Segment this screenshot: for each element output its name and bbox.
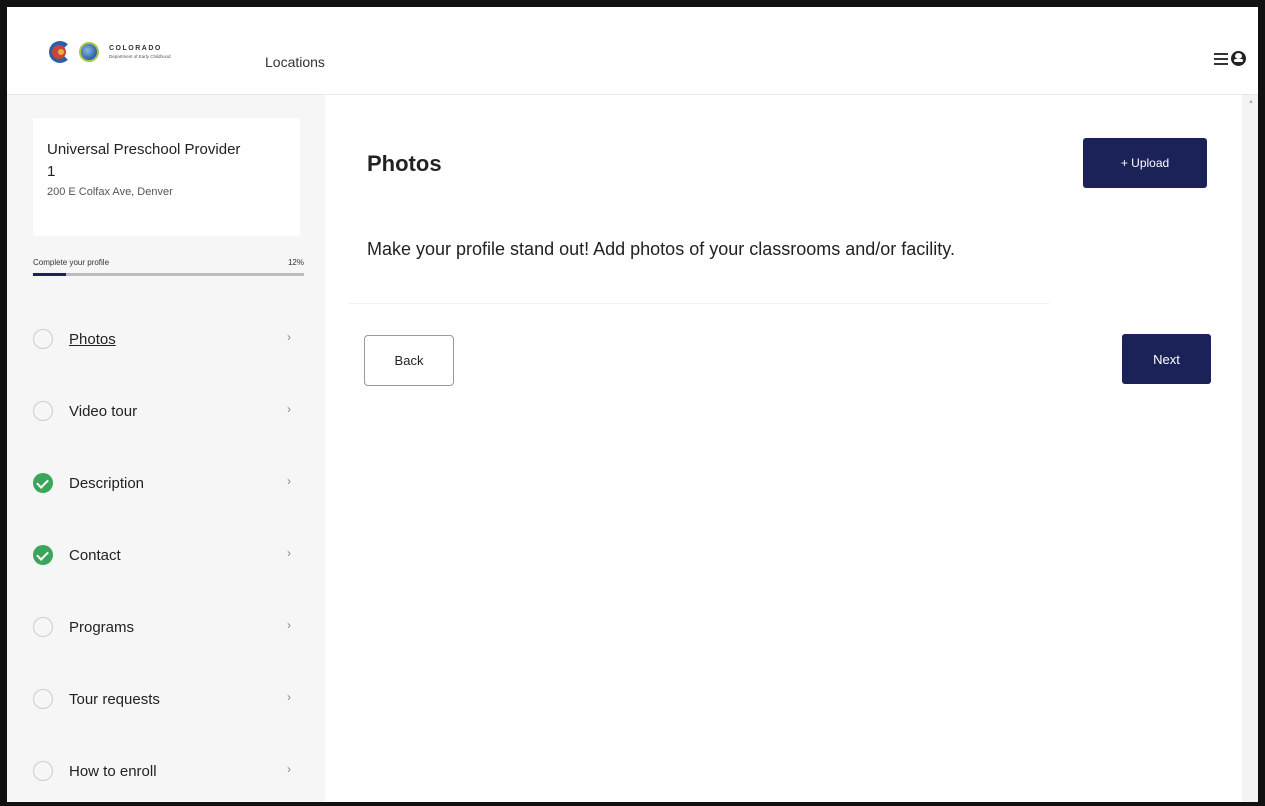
chevron-right-icon: › bbox=[287, 474, 291, 488]
status-circle-icon bbox=[33, 401, 53, 421]
colorado-c-logo-icon bbox=[49, 41, 73, 63]
profile-progress: Complete your profile 12% bbox=[33, 258, 304, 276]
vertical-scrollbar[interactable]: ▲ bbox=[1242, 95, 1258, 802]
profile-section-nav: Photos › Video tour › Description › Cont… bbox=[33, 303, 313, 802]
progress-fill bbox=[33, 273, 66, 276]
progress-track bbox=[33, 273, 304, 276]
sidebar-item-label: How to enroll bbox=[69, 762, 157, 780]
sidebar-item-tour-requests[interactable]: Tour requests › bbox=[33, 663, 313, 735]
colorado-cdec-logo[interactable]: COLORADO Department of Early Childhood bbox=[49, 41, 171, 63]
sidebar-item-label: Programs bbox=[69, 618, 135, 636]
sidebar-item-contact[interactable]: Contact › bbox=[33, 519, 313, 591]
chevron-right-icon: › bbox=[287, 762, 291, 776]
check-circle-icon bbox=[33, 473, 53, 493]
scroll-up-arrow-icon[interactable]: ▲ bbox=[1248, 99, 1254, 105]
nav-link-locations[interactable]: Locations bbox=[265, 54, 325, 70]
header-actions bbox=[1214, 51, 1246, 66]
sidebar-item-label: Photos bbox=[69, 330, 116, 348]
logo-line-1: COLORADO bbox=[109, 45, 162, 52]
hamburger-menu-icon[interactable] bbox=[1214, 52, 1228, 65]
chevron-right-icon: › bbox=[287, 402, 291, 416]
status-circle-icon bbox=[33, 761, 53, 781]
provider-address: 200 E Colfax Ave, Denver bbox=[47, 186, 173, 198]
provider-card: Universal Preschool Provider 1 200 E Col… bbox=[33, 118, 300, 236]
progress-percent: 12% bbox=[287, 258, 304, 267]
chevron-right-icon: › bbox=[287, 618, 291, 632]
upload-button[interactable]: + Upload bbox=[1083, 138, 1207, 188]
logo-line-2: Department of Early Childhood bbox=[109, 54, 171, 59]
profile-sidebar: Universal Preschool Provider 1 200 E Col… bbox=[7, 95, 325, 802]
sidebar-item-programs[interactable]: Programs › bbox=[33, 591, 313, 663]
progress-label: Complete your profile bbox=[33, 258, 110, 267]
next-button[interactable]: Next bbox=[1122, 334, 1211, 384]
provider-name: Universal Preschool Provider 1 bbox=[47, 141, 241, 180]
sidebar-item-video-tour[interactable]: Video tour › bbox=[33, 375, 313, 447]
sidebar-item-label: Video tour bbox=[69, 402, 138, 420]
status-circle-icon bbox=[33, 329, 53, 349]
user-account-icon[interactable] bbox=[1231, 51, 1246, 66]
logo-wordmark: COLORADO Department of Early Childhood bbox=[109, 45, 171, 59]
chevron-right-icon: › bbox=[287, 546, 291, 560]
sidebar-item-how-to-enroll[interactable]: How to enroll › bbox=[33, 735, 313, 802]
photos-panel: Photos + Upload Make your profile stand … bbox=[325, 95, 1258, 802]
page-title: Photos bbox=[367, 151, 442, 176]
status-circle-icon bbox=[33, 689, 53, 709]
sidebar-item-label: Contact bbox=[69, 546, 121, 564]
chevron-right-icon: › bbox=[287, 330, 291, 344]
chevron-right-icon: › bbox=[287, 690, 291, 704]
globe-logo-icon bbox=[79, 42, 99, 62]
sidebar-item-label: Description bbox=[69, 474, 145, 492]
app-window: COLORADO Department of Early Childhood L… bbox=[0, 0, 1265, 806]
status-circle-icon bbox=[33, 617, 53, 637]
divider bbox=[349, 303, 1049, 304]
check-circle-icon bbox=[33, 545, 53, 565]
photos-intro-text: Make your profile stand out! Add photos … bbox=[367, 239, 955, 259]
back-button[interactable]: Back bbox=[364, 335, 454, 386]
top-navbar: COLORADO Department of Early Childhood L… bbox=[7, 7, 1258, 95]
sidebar-item-label: Tour requests bbox=[69, 690, 160, 708]
sidebar-item-photos[interactable]: Photos › bbox=[33, 303, 313, 375]
sidebar-item-description[interactable]: Description › bbox=[33, 447, 313, 519]
